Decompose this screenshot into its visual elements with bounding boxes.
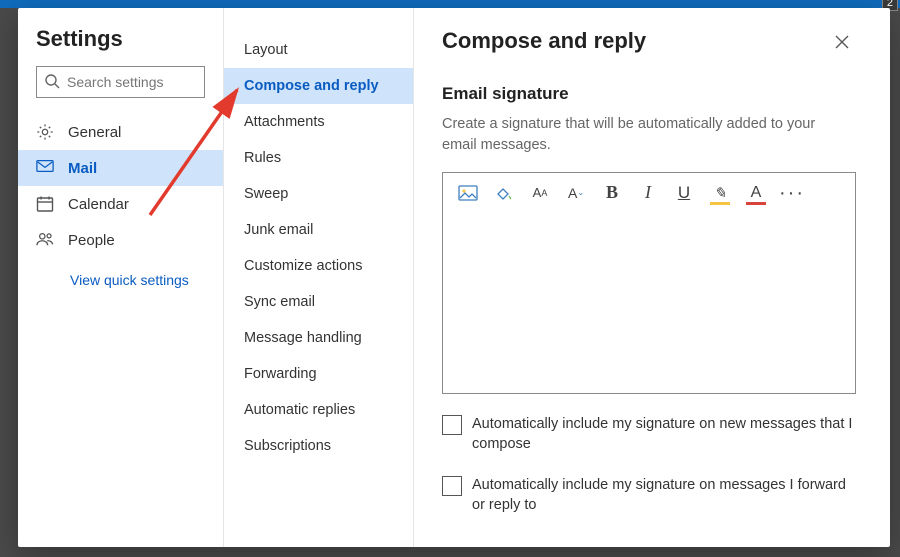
- checkbox-forward-reply[interactable]: [442, 476, 462, 496]
- checkbox-fwd-label: Automatically include my signature on me…: [472, 475, 856, 516]
- font-size-icon[interactable]: AA: [529, 182, 551, 204]
- sub-sync-email[interactable]: Sync email: [224, 284, 413, 320]
- underline-button[interactable]: U: [673, 182, 695, 204]
- settings-title: Settings: [18, 26, 223, 66]
- bold-button[interactable]: B: [601, 182, 623, 204]
- detail-scroll[interactable]: Email signature Create a signature that …: [442, 84, 880, 547]
- checkbox-row-fwd: Automatically include my signature on me…: [442, 475, 856, 516]
- highlight-button[interactable]: ✎: [709, 182, 731, 204]
- category-mail[interactable]: Mail: [18, 150, 223, 186]
- sub-attachments[interactable]: Attachments: [224, 104, 413, 140]
- search-icon: [44, 73, 60, 89]
- font-size-dropdown-icon[interactable]: A⌄: [565, 182, 587, 204]
- settings-sidebar: Settings General: [18, 8, 224, 547]
- category-label: Mail: [68, 160, 97, 177]
- settings-panel: Settings General: [18, 8, 890, 547]
- editor-toolbar: AA A⌄ B I U ✎ A ···: [443, 173, 855, 213]
- search-wrap: [36, 66, 205, 98]
- sub-forwarding[interactable]: Forwarding: [224, 356, 413, 392]
- insert-image-icon[interactable]: [457, 182, 479, 204]
- italic-button[interactable]: I: [637, 182, 659, 204]
- gear-icon: [36, 123, 54, 141]
- category-label: Calendar: [68, 196, 129, 213]
- category-label: People: [68, 232, 115, 249]
- sub-customize-actions[interactable]: Customize actions: [224, 248, 413, 284]
- sub-layout[interactable]: Layout: [224, 32, 413, 68]
- category-label: General: [68, 124, 121, 141]
- category-calendar[interactable]: Calendar: [18, 186, 223, 222]
- calendar-icon: [36, 195, 54, 213]
- sub-automatic-replies[interactable]: Automatic replies: [224, 392, 413, 428]
- checkbox-new-messages[interactable]: [442, 415, 462, 435]
- detail-heading: Compose and reply: [442, 28, 646, 54]
- sub-junk-email[interactable]: Junk email: [224, 212, 413, 248]
- view-quick-settings-link[interactable]: View quick settings: [18, 258, 223, 288]
- sub-compose-reply[interactable]: Compose and reply: [224, 68, 413, 104]
- sub-rules[interactable]: Rules: [224, 140, 413, 176]
- sub-sweep[interactable]: Sweep: [224, 176, 413, 212]
- checkbox-row-new: Automatically include my signature on ne…: [442, 414, 856, 455]
- subsection-list: Layout Compose and reply Attachments Rul…: [224, 32, 413, 464]
- more-options-button[interactable]: ···: [781, 182, 803, 204]
- category-list: General Mail: [18, 114, 223, 258]
- signature-editor: AA A⌄ B I U ✎ A ···: [442, 172, 856, 394]
- people-icon: [36, 231, 54, 249]
- font-color-button[interactable]: A: [745, 182, 767, 204]
- close-button[interactable]: [828, 28, 856, 56]
- app-ribbon: [0, 0, 900, 8]
- mail-icon: [36, 159, 54, 177]
- subsection-sidebar: Layout Compose and reply Attachments Rul…: [224, 8, 414, 547]
- detail-pane: Compose and reply Email signature Create…: [414, 8, 890, 547]
- sub-message-handling[interactable]: Message handling: [224, 320, 413, 356]
- detail-header: Compose and reply: [442, 28, 880, 56]
- category-people[interactable]: People: [18, 222, 223, 258]
- section-title: Email signature: [442, 84, 856, 104]
- styles-icon[interactable]: [493, 182, 515, 204]
- search-input[interactable]: [36, 66, 205, 98]
- checkbox-new-label: Automatically include my signature on ne…: [472, 414, 856, 455]
- category-general[interactable]: General: [18, 114, 223, 150]
- section-desc: Create a signature that will be automati…: [442, 114, 842, 156]
- signature-textarea[interactable]: [443, 213, 855, 393]
- sub-subscriptions[interactable]: Subscriptions: [224, 428, 413, 464]
